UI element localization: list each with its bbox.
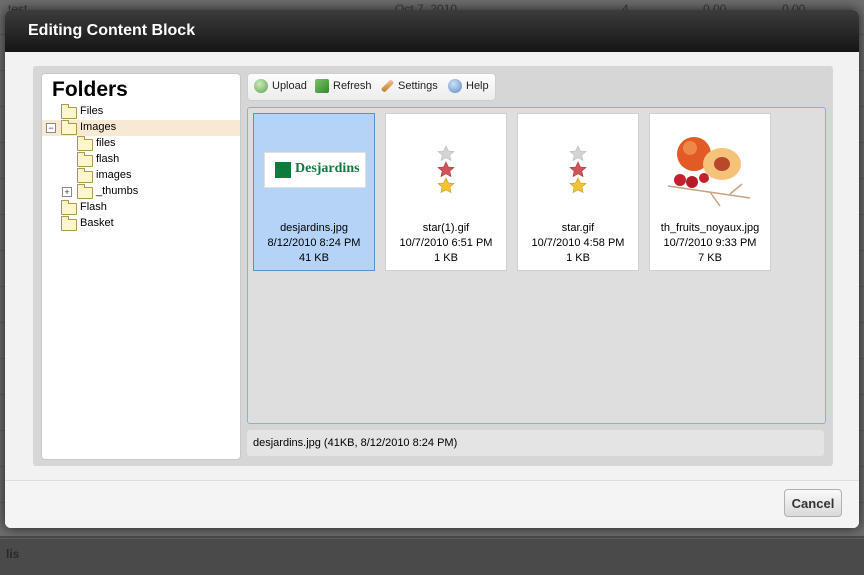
file-date: 10/7/2010 4:58 PM — [531, 237, 625, 249]
dialog-header: Editing Content Block — [5, 10, 859, 52]
star-thumbnail — [518, 114, 638, 224]
bg-table-cell: lis — [6, 547, 20, 561]
folder-label: Files — [80, 105, 104, 117]
dialog-footer: Cancel — [5, 480, 859, 528]
folder-icon — [77, 136, 93, 151]
status-bar: desjardins.jpg (41KB, 8/12/2010 8:24 PM) — [247, 430, 824, 456]
file-size: 1 KB — [434, 252, 458, 264]
file-date: 10/7/2010 9:33 PM — [663, 237, 757, 249]
desjardins-logo-text: Desjardins — [295, 161, 360, 176]
settings-label: Settings — [398, 80, 438, 92]
refresh-label: Refresh — [333, 80, 372, 92]
expand-icon[interactable]: + — [62, 187, 72, 197]
folder-icon — [61, 216, 77, 231]
folder-label: Basket — [80, 217, 114, 229]
file-card[interactable]: star.gif 10/7/2010 4:58 PM 1 KB — [517, 113, 639, 271]
files-grid: Desjardins desjardins.jpg 8/12/2010 8:24 P… — [247, 107, 826, 424]
desjardins-logo: Desjardins — [264, 152, 366, 188]
help-icon — [448, 79, 462, 93]
upload-icon — [254, 79, 268, 93]
folder-files[interactable]: files — [42, 136, 240, 152]
folder-icon — [77, 184, 93, 199]
upload-button[interactable]: Upload — [254, 79, 316, 95]
refresh-icon — [315, 79, 329, 93]
status-text: desjardins.jpg (41KB, 8/12/2010 8:24 PM) — [253, 437, 458, 449]
file-date: 10/7/2010 6:51 PM — [399, 237, 493, 249]
folder-label: _thumbs — [96, 185, 139, 197]
folder-icon — [61, 120, 77, 135]
folders-panel: Folders Files − Images files flash images + _th… — [41, 73, 241, 460]
folder-label: files — [96, 137, 116, 149]
folder-icon — [77, 168, 93, 183]
folders-title: Folders — [52, 78, 128, 101]
folder-label: Flash — [80, 201, 107, 213]
file-name: th_fruits_noyaux.jpg — [660, 222, 760, 234]
folder-files[interactable]: Files — [42, 104, 240, 120]
collapse-icon[interactable]: − — [46, 123, 56, 133]
file-card[interactable]: Desjardins desjardins.jpg 8/12/2010 8:24 P… — [253, 113, 375, 271]
file-card[interactable]: th_fruits_noyaux.jpg 10/7/2010 9:33 PM 7 K… — [649, 113, 771, 271]
folder-images[interactable]: images — [42, 168, 240, 184]
file-name: desjardins.jpg — [280, 222, 348, 234]
settings-button[interactable]: Settings — [380, 79, 444, 95]
file-size: 41 KB — [299, 252, 329, 264]
desjardins-mark-icon — [275, 162, 291, 178]
folder-label: images — [96, 169, 132, 181]
file-card[interactable]: star(1).gif 10/7/2010 6:51 PM 1 KB — [385, 113, 507, 271]
folder-flash[interactable]: Flash — [42, 200, 240, 216]
folder-icon — [61, 200, 77, 215]
file-date: 8/12/2010 8:24 PM — [267, 237, 361, 249]
star-thumbnail — [386, 114, 506, 224]
cancel-button[interactable]: Cancel — [784, 489, 842, 517]
folder-basket[interactable]: Basket — [42, 216, 240, 232]
file-toolbar: Upload Refresh Settings Help — [247, 73, 496, 101]
folder-icon — [61, 104, 77, 119]
folder-label: Images — [80, 121, 117, 133]
help-button[interactable]: Help — [448, 79, 492, 95]
folder-icon — [77, 152, 93, 167]
file-name: star(1).gif — [422, 222, 470, 234]
folder-images[interactable]: − Images — [42, 120, 240, 136]
wrench-icon — [380, 79, 395, 93]
desjardins-thumbnail: Desjardins — [254, 114, 374, 224]
upload-label: Upload — [272, 80, 307, 92]
folder-thumbs[interactable]: + _thumbs — [42, 184, 240, 200]
fruit-thumbnail — [650, 114, 770, 224]
refresh-button[interactable]: Refresh — [315, 79, 377, 95]
folder-flash[interactable]: flash — [42, 152, 240, 168]
file-size: 1 KB — [566, 252, 590, 264]
help-label: Help — [466, 80, 489, 92]
file-browser: Folders Files − Images files flash images + _th… — [33, 66, 833, 466]
editing-dialog: Editing Content Block Folders Files − Imag… — [5, 10, 859, 528]
dialog-title: Editing Content Block — [28, 22, 196, 39]
file-name: star.gif — [561, 222, 595, 234]
file-size: 7 KB — [698, 252, 722, 264]
folder-label: flash — [96, 153, 120, 165]
bg-table-row: lis — [0, 538, 864, 575]
